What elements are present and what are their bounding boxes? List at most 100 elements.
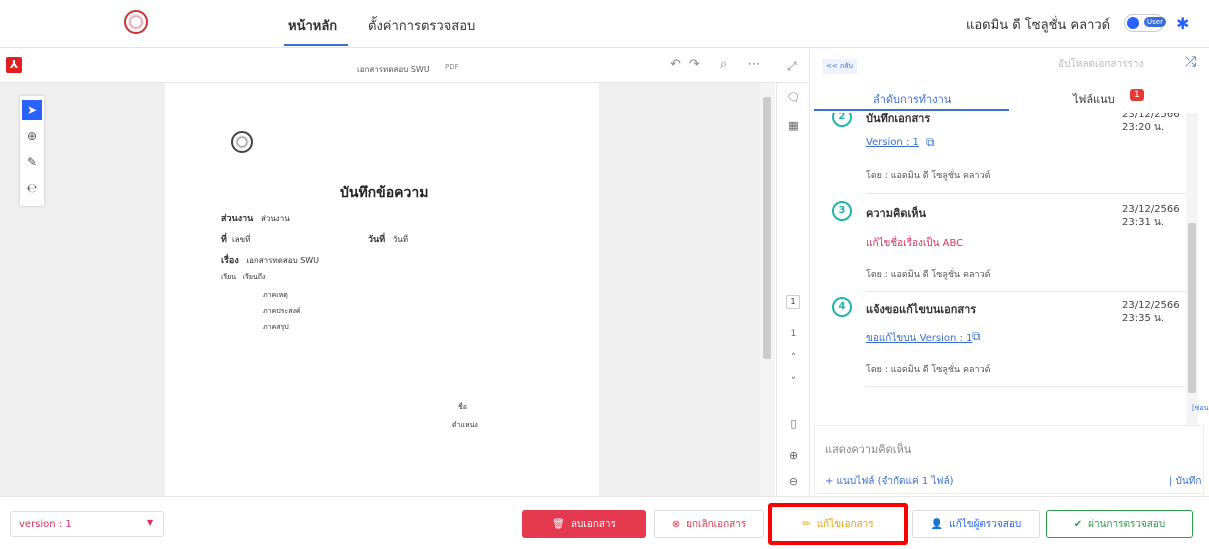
role-toggle[interactable]: User <box>1124 14 1166 32</box>
nav-home[interactable]: หน้าหลัก <box>288 15 337 36</box>
comment-input[interactable]: แสดงความคิดเห็น <box>825 440 911 458</box>
subject-label: เรื่อง <box>221 256 239 266</box>
version-select[interactable]: version : 1 ▼ <box>10 511 164 537</box>
subject-value: เอกสารทดสอบ SWU <box>246 256 320 265</box>
approve-label: ผ่านการตรวจสอบ <box>1088 518 1166 530</box>
delete-document-button[interactable]: 🗑 ลบเอกสาร <box>522 510 646 538</box>
tab-attachments[interactable]: ไฟล์แนบ <box>1073 90 1115 108</box>
viewer-scroll-thumb[interactable] <box>763 97 771 359</box>
edit-document-button[interactable]: ✏ แก้ไขเอกสาร <box>768 503 908 545</box>
page-down-icon[interactable]: ˅ <box>777 375 810 388</box>
date-value: วันที่ <box>392 235 409 244</box>
document-ext: PDF <box>445 63 459 71</box>
external-link-icon[interactable]: ⧉ <box>926 135 935 150</box>
purpose-text: ภาคประสงค์ <box>263 307 301 315</box>
zoom-in-icon[interactable]: ⊕ <box>777 449 810 462</box>
dept-row: ส่วนงาน ส่วนงาน <box>221 211 290 225</box>
edit-label: แก้ไขเอกสาร <box>816 518 874 530</box>
check-circle-icon: ✔ <box>1073 518 1083 530</box>
step-by: โดย : แอดมิน ดี โซลูชั่น คลาวด์ <box>866 365 991 375</box>
version-select-value: version : 1 <box>19 519 72 530</box>
toggle-label: User <box>1144 17 1166 27</box>
workflow-timeline: 2 บันทึกเอกสาร 23/12/2566 23:20 น. Versi… <box>810 113 1195 425</box>
save-comment-button[interactable]: | บันทึก <box>1169 474 1201 489</box>
pdf-file-icon: ⅄ <box>6 57 22 73</box>
user-edit-icon: 👤 <box>930 518 944 530</box>
comment-box: แสดงความคิดเห็น + แนบไฟล์ (จำกัดแค่ 1 ไฟ… <box>814 425 1204 494</box>
viewer-side-tools: 🗨 ▦ 1 1 ˄ ˅ ▯ ⊕ ⊖ <box>776 83 809 496</box>
divider <box>866 386 1186 387</box>
divider <box>866 291 1186 292</box>
intro-text: ภาคเหตุ <box>263 291 288 299</box>
tab-active-indicator <box>814 109 1009 111</box>
attachments-count-badge: 1 <box>1130 89 1144 101</box>
subject-row: เรื่อง เอกสารทดสอบ SWU <box>221 253 319 267</box>
select-tool-icon[interactable]: ➤ <box>22 100 42 120</box>
zoom-out-icon[interactable]: ⊖ <box>777 475 810 488</box>
position-text: ตำแหน่ง <box>452 421 478 429</box>
nav-settings[interactable]: ตั้งค่าการตรวจสอบ <box>368 15 475 36</box>
to-row: เรียน เรียนถึง <box>221 272 265 283</box>
version-link[interactable]: Version : 1 <box>866 137 919 148</box>
tab-workflow[interactable]: ลำดับการทำงาน <box>873 90 951 108</box>
back-button[interactable]: << กลับ <box>822 59 857 74</box>
step-title: ความคิดเห็น <box>866 207 926 220</box>
user-name[interactable]: แอดมิน ดี โซลูชั่น คลาวด์ <box>966 14 1110 35</box>
top-navbar: หน้าหลัก ตั้งค่าการตรวจสอบ แอดมิน ดี โซล… <box>0 0 1209 48</box>
pencil-icon: ✏ <box>802 518 811 530</box>
delete-label: ลบเอกสาร <box>570 518 616 530</box>
chevron-down-icon: ▼ <box>147 518 154 527</box>
dept-label: ส่วนงาน <box>221 214 254 224</box>
cancel-document-button[interactable]: ⊗ ยกเลิกเอกสาร <box>654 510 764 538</box>
no-label: ที่ <box>221 235 227 245</box>
step-by: โดย : แอดมิน ดี โซลูชั่น คลาวด์ <box>866 270 991 280</box>
cancel-icon: ⊗ <box>671 518 681 530</box>
page-up-icon[interactable]: ˄ <box>777 351 810 364</box>
edit-request-link[interactable]: ขอแก้ไขบน Version : 1 <box>866 331 972 346</box>
timeline-scroll-thumb[interactable] <box>1188 223 1196 393</box>
to-label: เรียน <box>221 273 237 281</box>
file-icon[interactable]: ▯ <box>777 417 810 430</box>
external-link-icon[interactable]: ⧉ <box>972 329 981 344</box>
document-heading: บันทึกข้อความ <box>340 185 429 201</box>
pdf-toolbar-icons[interactable]: ↶↷ ⌕ ⋯ <box>670 57 768 72</box>
eraser-tool-icon[interactable]: ℮ <box>22 178 42 198</box>
step-number: 2 <box>832 113 852 127</box>
divider <box>866 193 1186 194</box>
edit-reviewer-label: แก้ไขผู้ตรวจสอบ <box>949 518 1022 530</box>
document-title: เอกสารทดสอบ SWU <box>357 65 430 74</box>
step-time: 23/12/2566 23:35 น. <box>1122 300 1180 324</box>
no-value: เลขที่ <box>232 235 251 244</box>
date-label: วันที่ <box>368 235 386 245</box>
approve-button[interactable]: ✔ ผ่านการตรวจสอบ <box>1046 510 1193 538</box>
gear-icon[interactable]: ✱ <box>1176 14 1189 33</box>
action-bar: version : 1 ▼ 🗑 ลบเอกสาร ⊗ ยกเลิกเอกสาร … <box>0 496 1209 549</box>
trash-icon: 🗑 <box>552 518 565 530</box>
attach-file-button[interactable]: + แนบไฟล์ (จำกัดแค่ 1 ไฟล์) <box>825 474 954 489</box>
dept-value: ส่วนงาน <box>260 214 290 223</box>
edit-reviewer-button[interactable]: 👤 แก้ไขผู้ตรวจสอบ <box>912 510 1040 538</box>
pdf-toolbar: ⅄ เอกสารทดสอบ SWU PDF ↶↷ ⌕ ⋯ ⤢ <box>0 49 808 83</box>
workflow-panel: << กลับ อัปโหลดเอกสารร่าง ⤮ ลำดับการทำงา… <box>809 49 1209 496</box>
university-logo[interactable] <box>124 10 148 34</box>
timeline-scrollbar[interactable] <box>1186 113 1198 427</box>
upload-draft-button[interactable]: อัปโหลดเอกสารร่าง <box>1058 57 1143 72</box>
hide-link[interactable]: [ซ่อน] <box>1192 403 1209 414</box>
step-title: บันทึกเอกสาร <box>866 113 931 125</box>
thumbnails-icon[interactable]: ▦ <box>777 119 810 132</box>
step-number: 3 <box>832 201 852 221</box>
cancel-label: ยกเลิกเอกสาร <box>686 518 747 530</box>
pen-tool-icon[interactable]: ✎ <box>22 152 42 172</box>
viewer-scrollbar[interactable] <box>760 83 775 496</box>
comment-tool-icon[interactable]: ⊕ <box>22 126 42 146</box>
page-number-box[interactable]: 1 <box>786 295 800 309</box>
expand-icon[interactable]: ⤢ <box>787 59 797 74</box>
to-value: เรียนถึง <box>242 273 266 281</box>
no-row: ที่ เลขที่ <box>221 232 250 246</box>
comment-list-icon[interactable]: 🗨 <box>777 91 810 104</box>
step-time: 23/12/2566 23:31 น. <box>1122 204 1180 228</box>
shuffle-icon[interactable]: ⤮ <box>1185 54 1196 70</box>
step-by: โดย : แอดมิน ดี โซลูชั่น คลาวด์ <box>866 171 991 181</box>
step-title: แจ้งขอแก้ไขบนเอกสาร <box>866 303 977 316</box>
toggle-knob <box>1127 17 1139 29</box>
